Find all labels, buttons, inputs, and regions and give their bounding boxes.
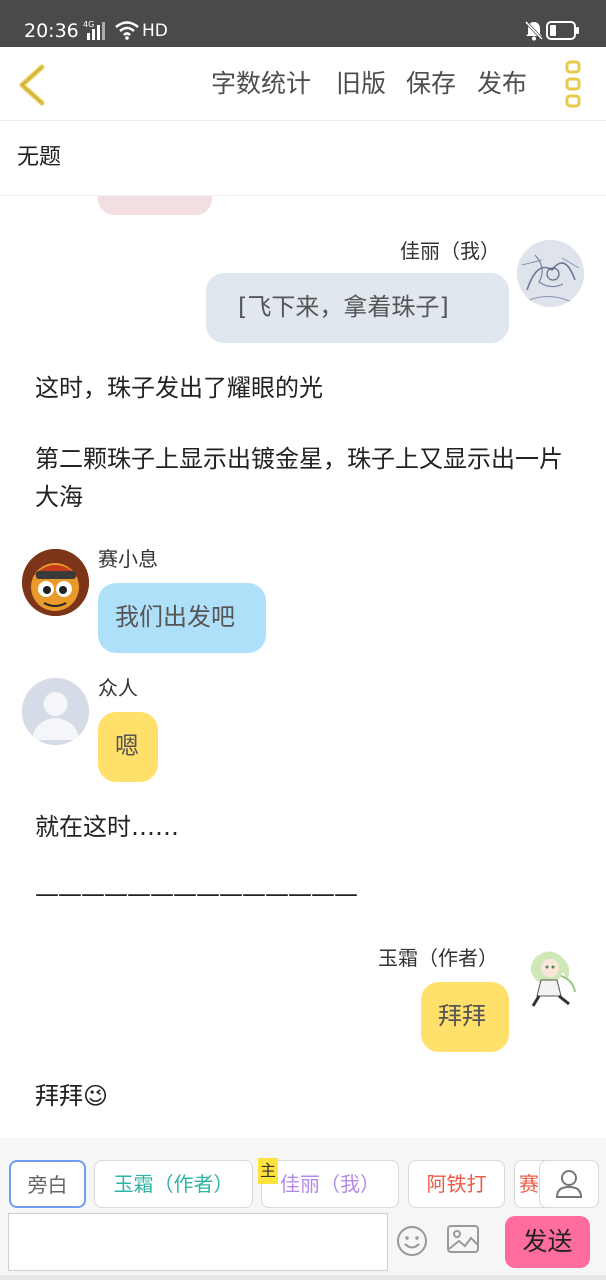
avatar[interactable]: [517, 240, 584, 307]
avatar[interactable]: [22, 678, 89, 745]
narration-text[interactable]: 第二颗珠子上显示出镀金星，珠子上又显示出一片大海: [35, 440, 585, 516]
battery-icon: [546, 21, 579, 40]
speaker-name: 玉霜（作者）: [378, 946, 498, 970]
role-selector-bar: 旁白 玉霜（作者） 佳丽（我） 主 阿铁打 赛: [0, 1138, 606, 1210]
role-chip-author[interactable]: 玉霜（作者）: [94, 1160, 253, 1208]
back-icon[interactable]: [14, 63, 50, 107]
image-icon[interactable]: [446, 1224, 480, 1254]
save-button[interactable]: 保存: [406, 67, 456, 101]
status-time: 20:36: [24, 20, 79, 42]
wink-emoji-icon: 😉: [83, 1082, 109, 1110]
speaker-name: 众人: [98, 676, 138, 700]
word-count-button[interactable]: 字数统计: [211, 67, 311, 101]
more-menu-icon[interactable]: [561, 59, 585, 109]
message-bubble[interactable]: [飞下来，拿着珠子]: [206, 273, 509, 343]
bottom-divider: [0, 1275, 606, 1280]
narration-text[interactable]: 拜拜😉: [35, 1077, 585, 1115]
mute-icon: [524, 20, 544, 41]
role-chip-me[interactable]: 佳丽（我）: [261, 1160, 399, 1208]
person-icon: [555, 1170, 583, 1198]
message-bubble[interactable]: 拜拜: [421, 982, 509, 1052]
narration-text[interactable]: 这时，珠子发出了耀眼的光: [35, 369, 585, 407]
signal-icon: [87, 22, 105, 40]
narration-text-value: 拜拜: [35, 1082, 83, 1110]
role-chip-narration[interactable]: 旁白: [9, 1160, 86, 1208]
previous-message-bubble[interactable]: [98, 196, 212, 215]
status-bar: 20:36 4G HD: [0, 0, 606, 47]
top-bar: 字数统计 旧版 保存 发布: [0, 47, 606, 121]
story-title[interactable]: 无题: [17, 143, 61, 173]
character-avatar-icon: [22, 549, 89, 616]
narration-text[interactable]: 就在这时……: [35, 808, 585, 846]
speaker-name: 佳丽（我）: [400, 239, 500, 263]
message-bubble[interactable]: 嗯: [98, 712, 158, 782]
story-title-row[interactable]: 无题: [0, 121, 606, 196]
message-input-bar: 发送: [0, 1210, 606, 1280]
main-role-badge: 主: [258, 1158, 278, 1184]
emoji-icon[interactable]: [395, 1224, 429, 1258]
story-content[interactable]: 佳丽（我） [飞下来，拿着珠子] 这时，珠子发出了耀眼的光 第二颗珠子上显示出镀…: [0, 196, 606, 1138]
speaker-name: 赛小息: [98, 547, 158, 571]
message-input[interactable]: [8, 1213, 388, 1271]
hd-indicator: HD: [142, 21, 168, 41]
avatar[interactable]: [517, 946, 584, 1013]
avatar[interactable]: [22, 549, 89, 616]
narration-text[interactable]: ——————————————: [35, 875, 585, 913]
sketch-avatar-icon: [517, 240, 584, 307]
anime-avatar-icon: [517, 946, 584, 1013]
message-bubble[interactable]: 我们出发吧: [98, 583, 266, 653]
publish-button[interactable]: 发布: [477, 67, 527, 101]
default-user-icon: [22, 678, 89, 745]
role-manage-button[interactable]: [539, 1160, 599, 1208]
wifi-icon: [115, 21, 139, 40]
old-version-button[interactable]: 旧版: [336, 67, 386, 101]
send-button[interactable]: 发送: [505, 1216, 590, 1268]
role-chip-atieda[interactable]: 阿铁打: [408, 1160, 505, 1208]
